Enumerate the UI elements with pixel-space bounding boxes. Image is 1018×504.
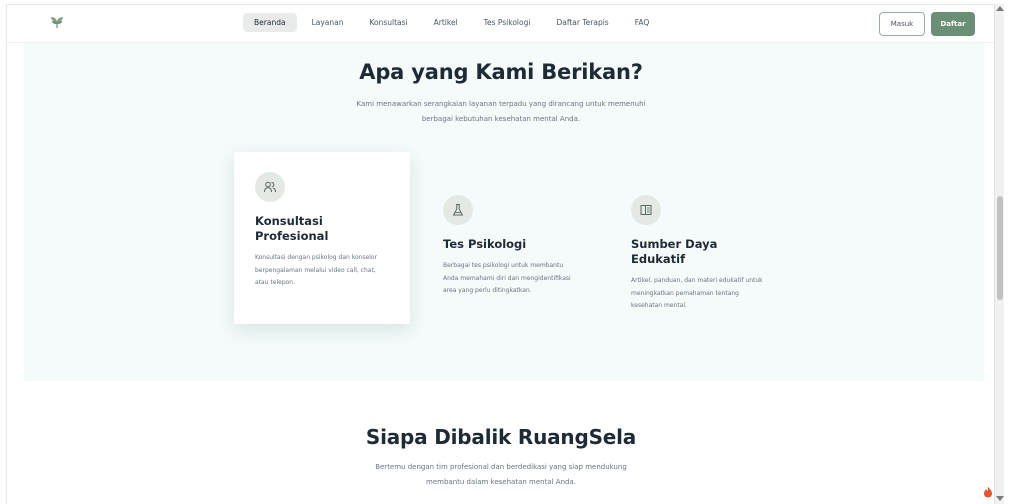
book-icon xyxy=(631,195,661,225)
service-card-tes-psikologi[interactable]: Tes Psikologi Berbagai tes psikologi unt… xyxy=(422,175,598,325)
register-button[interactable]: Daftar xyxy=(931,12,975,36)
scroll-down-arrow-icon[interactable] xyxy=(996,496,1004,501)
services-description-line-1: Kami menawarkan serangkaian layanan terp… xyxy=(356,100,646,108)
card-text: Konsultasi dengan psikolog dan konselor … xyxy=(255,254,378,286)
scroll-up-arrow-icon[interactable] xyxy=(996,6,1004,11)
team-description-line-2: membantu dalam kesehatan mental Anda. xyxy=(426,478,576,486)
nav-link-konsultasi[interactable]: Konsultasi xyxy=(358,13,418,32)
nav-link-tes-psikologi[interactable]: Tes Psikologi xyxy=(473,13,542,32)
team-title: Siapa Dibalik RuangSela xyxy=(365,425,637,449)
card-title: Konsultasi Profesional xyxy=(255,214,329,243)
nav-link-daftar-terapis[interactable]: Daftar Terapis xyxy=(545,13,619,32)
nav-link-beranda[interactable]: Beranda xyxy=(243,13,297,32)
vertical-scrollbar[interactable] xyxy=(994,4,1004,504)
team-description-line-1: Bertemu dengan tim profesional dan berde… xyxy=(375,463,627,471)
nav-link-faq[interactable]: FAQ xyxy=(624,13,661,32)
flask-icon xyxy=(443,195,473,225)
service-card-sumber-daya[interactable]: Sumber Daya Edukatif Artikel, panduan, d… xyxy=(610,175,786,335)
flame-icon xyxy=(984,486,992,498)
card-text: Artikel, panduan, dan materi edukatif un… xyxy=(631,277,763,309)
card-title: Sumber Daya Edukatif xyxy=(631,237,718,266)
services-description-line-2: berbagai kebutuhan kesehatan mental Anda… xyxy=(421,115,581,123)
login-button[interactable]: Masuk xyxy=(879,12,925,36)
card-text: Berbagai tes psikologi untuk membantu An… xyxy=(443,262,571,294)
leaf-logo-icon[interactable] xyxy=(49,15,65,29)
scroll-thumb[interactable] xyxy=(997,196,1003,300)
services-title: Apa yang Kami Berikan? xyxy=(359,60,643,84)
navbar: Beranda Layanan Konsultasi Artikel Tes P… xyxy=(7,5,994,43)
card-title: Tes Psikologi xyxy=(443,237,527,251)
service-card-konsultasi[interactable]: Konsultasi Profesional Konsultasi dengan… xyxy=(234,152,410,324)
users-icon xyxy=(255,172,285,202)
nav-links: Beranda Layanan Konsultasi Artikel Tes P… xyxy=(243,13,664,32)
page-viewport: Beranda Layanan Konsultasi Artikel Tes P… xyxy=(6,4,994,504)
nav-link-artikel[interactable]: Artikel xyxy=(423,13,469,32)
browser-frame: Beranda Layanan Konsultasi Artikel Tes P… xyxy=(0,0,1018,504)
nav-link-layanan[interactable]: Layanan xyxy=(301,13,355,32)
